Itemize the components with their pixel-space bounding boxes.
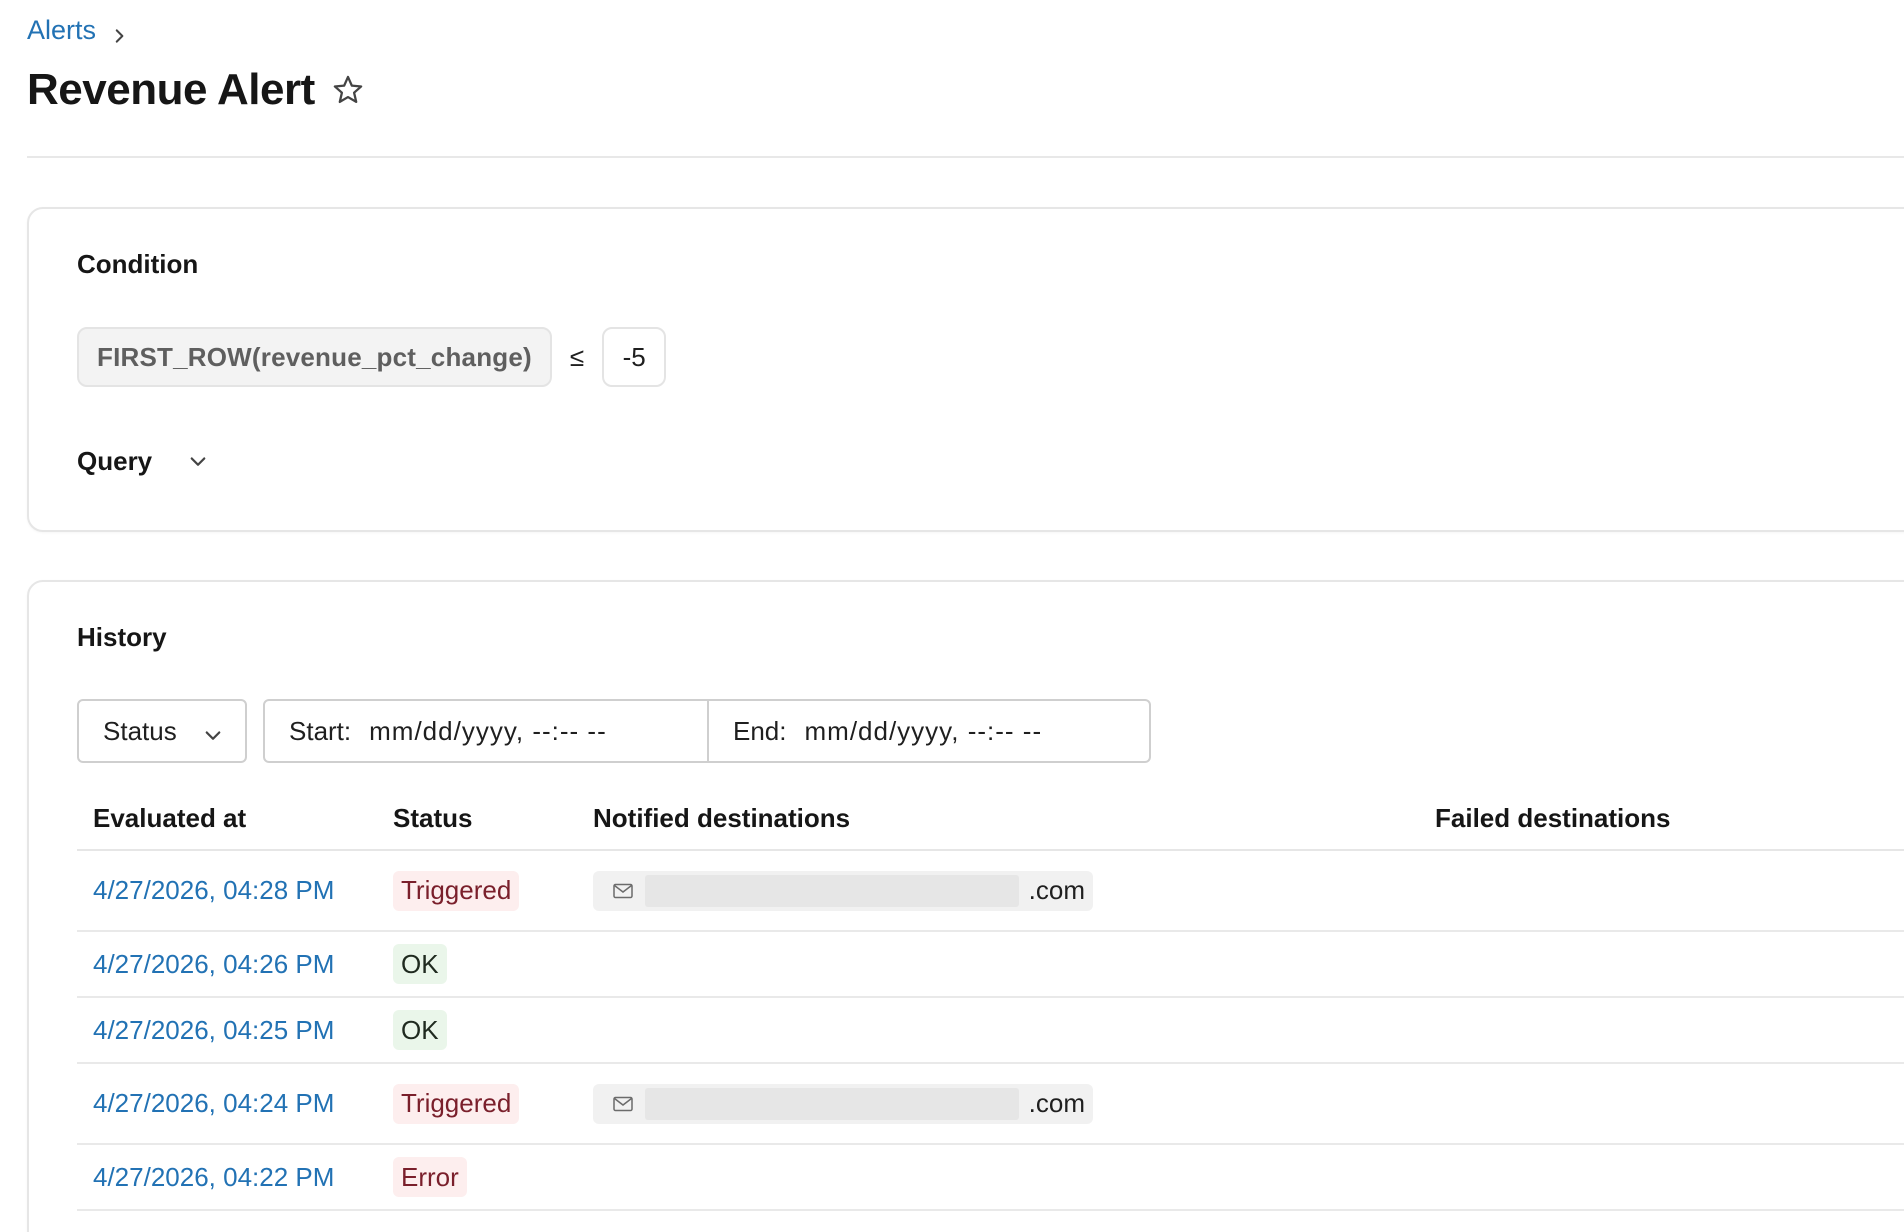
end-date-label: End: xyxy=(733,715,787,746)
column-header-notified-destinations: Notified destinations xyxy=(593,802,851,833)
status-badge: Triggered xyxy=(393,1083,520,1124)
destination-suffix: .com xyxy=(1028,1088,1085,1118)
history-table: Evaluated at Status Notified destination… xyxy=(77,787,1904,1211)
table-row: 4/27/2026, 04:24 PM Triggered .com xyxy=(77,1064,1904,1145)
history-heading: History xyxy=(77,622,167,652)
start-date-placeholder: mm/dd/yyyy, --:-- -- xyxy=(369,715,607,746)
breadcrumb-alerts-link[interactable]: Alerts xyxy=(27,15,96,46)
column-header-status: Status xyxy=(393,802,473,833)
condition-operator: ≤ xyxy=(569,341,585,372)
condition-heading: Condition xyxy=(77,249,199,279)
condition-row: FIRST_ROW(revenue_pct_change) ≤ -5 xyxy=(77,327,667,387)
condition-expression: FIRST_ROW(revenue_pct_change) xyxy=(77,327,552,387)
mail-icon xyxy=(611,879,635,903)
start-date-input[interactable]: Start: mm/dd/yyyy, --:-- -- xyxy=(265,701,707,761)
status-badge: OK xyxy=(393,1010,447,1050)
evaluated-at-link[interactable]: 4/27/2026, 04:22 PM xyxy=(93,1162,334,1192)
start-date-label: Start: xyxy=(289,715,352,746)
history-card: History Status Start: mm/dd/yyyy, --:-- … xyxy=(27,580,1904,1232)
history-filters: Status Start: mm/dd/yyyy, --:-- -- End: … xyxy=(77,699,1151,763)
status-filter-dropdown[interactable]: Status xyxy=(77,699,247,763)
table-row: 4/27/2026, 04:22 PM Error xyxy=(77,1145,1904,1211)
end-date-input[interactable]: End: mm/dd/yyyy, --:-- -- xyxy=(707,701,1149,761)
table-header: Evaluated at Status Notified destination… xyxy=(77,787,1904,851)
title-row: Revenue Alert xyxy=(27,62,365,118)
breadcrumb: Alerts xyxy=(27,12,128,48)
condition-card: Condition FIRST_ROW(revenue_pct_change) … xyxy=(27,207,1904,532)
query-toggle[interactable]: Query xyxy=(77,441,208,481)
end-date-placeholder: mm/dd/yyyy, --:-- -- xyxy=(804,715,1043,746)
evaluated-at-link[interactable]: 4/27/2026, 04:28 PM xyxy=(93,875,334,905)
condition-threshold: -5 xyxy=(602,327,667,387)
status-badge: Triggered xyxy=(393,870,520,911)
redacted-email xyxy=(645,1087,1019,1120)
redacted-email xyxy=(645,874,1019,907)
chevron-down-icon xyxy=(188,451,208,471)
evaluated-at-link[interactable]: 4/27/2026, 04:24 PM xyxy=(93,1088,334,1118)
query-label: Query xyxy=(77,445,153,476)
status-filter-label: Status xyxy=(103,715,177,746)
destination-chip: .com xyxy=(593,1083,1093,1124)
destination-chip: .com xyxy=(593,870,1093,911)
mail-icon xyxy=(611,1092,635,1116)
date-range-picker: Start: mm/dd/yyyy, --:-- -- End: mm/dd/y… xyxy=(263,699,1151,763)
chevron-right-icon xyxy=(110,21,128,43)
status-badge: OK xyxy=(393,944,447,984)
page-title: Revenue Alert xyxy=(27,65,315,114)
column-header-failed-destinations: Failed destinations xyxy=(1435,802,1671,833)
star-icon[interactable] xyxy=(331,73,365,107)
status-badge: Error xyxy=(393,1157,467,1197)
evaluated-at-link[interactable]: 4/27/2026, 04:26 PM xyxy=(93,949,334,979)
column-header-evaluated-at: Evaluated at xyxy=(93,802,247,833)
destination-suffix: .com xyxy=(1028,875,1085,905)
alert-detail-page: Alerts Revenue Alert Condition FIRST_ROW… xyxy=(0,0,1904,1232)
table-row: 4/27/2026, 04:26 PM OK xyxy=(77,932,1904,998)
evaluated-at-link[interactable]: 4/27/2026, 04:25 PM xyxy=(93,1015,334,1045)
header-divider xyxy=(27,156,1904,158)
table-row: 4/27/2026, 04:25 PM OK xyxy=(77,998,1904,1064)
chevron-down-icon xyxy=(203,721,223,741)
table-row: 4/27/2026, 04:28 PM Triggered .com xyxy=(77,851,1904,932)
